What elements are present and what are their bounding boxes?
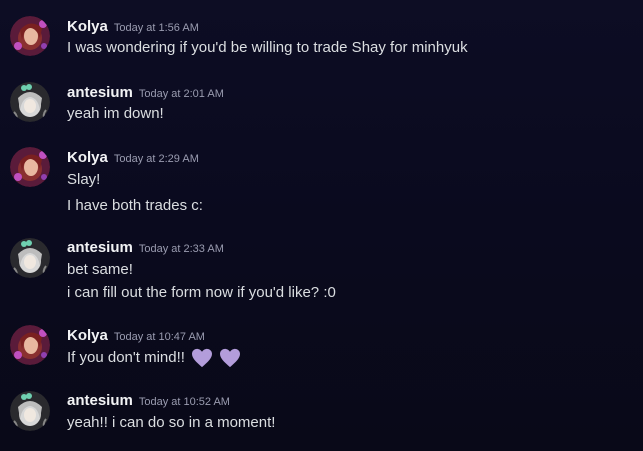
timestamp[interactable]: Today at 2:33 AM [139,243,224,255]
message-header: antesium Today at 2:33 AM [67,239,224,257]
username[interactable]: Kolya [67,149,108,166]
message-header: antesium Today at 10:52 AM [67,392,230,410]
antesium-avatar-icon [10,238,50,278]
avatar-antesium[interactable] [10,238,50,278]
timestamp[interactable]: Today at 10:47 AM [114,331,205,343]
avatar-kolya[interactable] [10,16,50,56]
kolya-avatar-icon [10,16,50,56]
message-header: Kolya Today at 10:47 AM [67,327,205,345]
username[interactable]: Kolya [67,327,108,344]
timestamp[interactable]: Today at 10:52 AM [139,396,230,408]
message-text: yeah im down! [67,105,164,122]
kolya-avatar-icon [10,147,50,187]
kolya-avatar-icon [10,325,50,365]
message-text: i can fill out the form now if you'd lik… [67,284,336,301]
timestamp[interactable]: Today at 2:29 AM [114,153,199,165]
timestamp[interactable]: Today at 1:56 AM [114,22,199,34]
avatar-antesium[interactable] [10,82,50,122]
antesium-avatar-icon [10,82,50,122]
message-text: I was wondering if you'd be willing to t… [67,39,468,56]
username[interactable]: antesium [67,84,133,101]
message-text: I have both trades c: [67,197,203,214]
username[interactable]: antesium [67,239,133,256]
message-text: bet same! [67,261,133,278]
purple-heart-icon[interactable] [219,348,241,368]
purple-heart-icon[interactable] [191,348,213,368]
antesium-avatar-icon [10,391,50,431]
avatar-kolya[interactable] [10,147,50,187]
message-line: If you don't mind!! [67,348,241,368]
message-text: If you don't mind!! [67,348,185,366]
message-text: Slay! [67,171,101,188]
message-header: Kolya Today at 1:56 AM [67,18,199,36]
avatar-kolya[interactable] [10,325,50,365]
timestamp[interactable]: Today at 2:01 AM [139,88,224,100]
message-header: Kolya Today at 2:29 AM [67,149,199,167]
username[interactable]: antesium [67,392,133,409]
username[interactable]: Kolya [67,18,108,35]
avatar-antesium[interactable] [10,391,50,431]
message-text: yeah!! i can do so in a moment! [67,414,276,431]
message-header: antesium Today at 2:01 AM [67,84,224,102]
